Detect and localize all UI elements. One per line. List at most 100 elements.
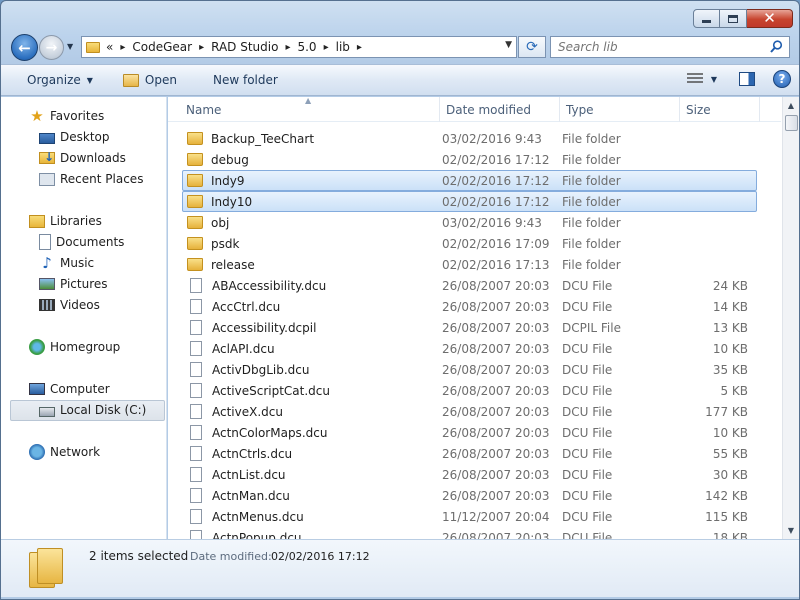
file-row[interactable]: Indy9 02/02/2016 17:12 File folder xyxy=(182,170,757,191)
file-type: File folder xyxy=(562,194,621,209)
file-name: ActnMan.dcu xyxy=(212,488,290,503)
forward-button[interactable]: → xyxy=(39,35,64,60)
recent-locations-dropdown[interactable]: ▼ xyxy=(67,42,73,51)
organize-button[interactable]: Organize ▼ xyxy=(19,69,101,91)
file-type: File folder xyxy=(562,257,621,272)
vertical-scrollbar[interactable]: ▲ ▼ xyxy=(782,97,799,539)
crumb-rad-studio[interactable]: RAD Studio xyxy=(211,40,278,54)
column-size[interactable]: Size xyxy=(680,97,760,122)
nav-recent-places[interactable]: Recent Places xyxy=(39,169,143,189)
crumb-separator[interactable]: ▸ xyxy=(199,42,204,53)
address-bar[interactable]: « ▸ CodeGear ▸ RAD Studio ▸ 5.0 ▸ lib ▸ … xyxy=(81,36,517,58)
close-button[interactable]: ✕ xyxy=(747,9,793,28)
refresh-button[interactable]: ⟳ xyxy=(518,36,546,58)
file-row[interactable]: AccCtrl.dcu 26/08/2007 20:03 DCU File 14 KB xyxy=(182,296,757,317)
nav-label: Recent Places xyxy=(60,172,144,186)
crumb-version[interactable]: 5.0 xyxy=(297,40,316,54)
file-name: ActivDbgLib.dcu xyxy=(212,362,310,377)
nav-computer[interactable]: Computer xyxy=(29,379,110,399)
maximize-button[interactable] xyxy=(720,9,747,28)
file-row[interactable]: release 02/02/2016 17:13 File folder xyxy=(182,254,757,275)
explorer-window: ✕ ← → ▼ « ▸ CodeGear ▸ RAD Studio ▸ 5.0 … xyxy=(0,0,800,600)
search-box[interactable] xyxy=(550,36,790,58)
folder-icon xyxy=(187,258,203,271)
nav-videos[interactable]: Videos xyxy=(39,295,100,315)
minimize-button[interactable] xyxy=(693,9,720,28)
crumb-separator[interactable]: ▸ xyxy=(285,42,290,53)
file-size: 10 KB xyxy=(712,341,748,356)
file-date-modified: 26/08/2007 20:03 xyxy=(442,425,550,440)
nav-music[interactable]: ♪ Music xyxy=(39,253,94,273)
file-name-cell: ActnPopup.dcu xyxy=(183,530,442,539)
file-row[interactable]: AclAPI.dcu 26/08/2007 20:03 DCU File 10 KB xyxy=(182,338,757,359)
file-row[interactable]: ActivDbgLib.dcu 26/08/2007 20:03 DCU File 3… xyxy=(182,359,757,380)
preview-pane-icon[interactable] xyxy=(739,72,755,86)
nav-pictures[interactable]: Pictures xyxy=(39,274,108,294)
crumb-separator[interactable]: ▸ xyxy=(357,42,362,53)
file-icon xyxy=(190,488,202,503)
file-icon xyxy=(190,299,202,314)
crumb-codegear[interactable]: CodeGear xyxy=(132,40,192,54)
scroll-up-icon[interactable]: ▲ xyxy=(783,97,799,114)
file-row[interactable]: ActnMenus.dcu 11/12/2007 20:04 DCU File 115… xyxy=(182,506,757,527)
maximize-icon xyxy=(728,14,738,23)
file-name: ActnList.dcu xyxy=(212,467,286,482)
file-row[interactable]: ActiveScriptCat.dcu 26/08/2007 20:03 DCU F… xyxy=(182,380,757,401)
file-name: ActnCtrls.dcu xyxy=(212,446,293,461)
column-name[interactable]: ▲ Name xyxy=(168,97,440,122)
file-date-modified: 11/12/2007 20:04 xyxy=(442,509,550,524)
nav-downloads[interactable]: Downloads xyxy=(39,148,126,168)
column-type[interactable]: Type xyxy=(560,97,680,122)
address-overflow[interactable]: « xyxy=(106,40,113,54)
search-input[interactable] xyxy=(558,40,758,54)
crumb-lib[interactable]: lib xyxy=(336,40,350,54)
downloads-icon xyxy=(39,150,55,164)
nav-libraries[interactable]: Libraries xyxy=(29,211,102,231)
change-view-icon[interactable] xyxy=(686,73,703,85)
file-name: Backup_TeeChart xyxy=(211,131,315,146)
file-row[interactable]: ABAccessibility.dcu 26/08/2007 20:03 DCU F… xyxy=(182,275,757,296)
file-row[interactable]: obj 03/02/2016 9:43 File folder xyxy=(182,212,757,233)
address-dropdown-icon[interactable]: ▼ xyxy=(505,40,512,50)
nav-network[interactable]: Network xyxy=(29,442,100,462)
documents-icon xyxy=(39,234,51,250)
file-name-cell: ActiveX.dcu xyxy=(183,404,442,419)
nav-documents[interactable]: Documents xyxy=(39,232,124,252)
file-type: File folder xyxy=(562,236,621,251)
file-type: DCU File xyxy=(562,488,613,503)
file-row[interactable]: ActnPopup.dcu 26/08/2007 20:03 DCU File 18 … xyxy=(182,527,757,539)
column-date-modified[interactable]: Date modified xyxy=(440,97,560,122)
file-name: ActiveScriptCat.dcu xyxy=(212,383,330,398)
file-row[interactable]: psdk 02/02/2016 17:09 File folder xyxy=(182,233,757,254)
new-folder-button[interactable]: New folder xyxy=(205,69,286,91)
file-row[interactable]: ActnList.dcu 26/08/2007 20:03 DCU File 30 K… xyxy=(182,464,757,485)
file-size: 24 KB xyxy=(712,278,748,293)
file-row[interactable]: Backup_TeeChart 03/02/2016 9:43 File folde… xyxy=(182,128,757,149)
file-date-modified: 02/02/2016 17:12 xyxy=(442,173,550,188)
nav-favorites[interactable]: ★ Favorites xyxy=(29,106,104,126)
open-button[interactable]: Open xyxy=(115,69,185,91)
view-options-dropdown[interactable]: ▼ xyxy=(711,75,717,84)
crumb-separator[interactable]: ▸ xyxy=(324,42,329,53)
file-row[interactable]: debug 02/02/2016 17:12 File folder xyxy=(182,149,757,170)
file-row[interactable]: ActnCtrls.dcu 26/08/2007 20:03 DCU File 55 … xyxy=(182,443,757,464)
nav-homegroup[interactable]: Homegroup xyxy=(29,337,120,357)
crumb-separator[interactable]: ▸ xyxy=(120,42,125,53)
folder-icon xyxy=(187,237,203,250)
back-button[interactable]: ← xyxy=(11,34,38,61)
file-row[interactable]: ActnColorMaps.dcu 26/08/2007 20:03 DCU Fil… xyxy=(182,422,757,443)
open-label: Open xyxy=(144,73,177,87)
nav-local-disk[interactable]: Local Disk (C:) xyxy=(39,400,146,420)
nav-desktop[interactable]: Desktop xyxy=(39,127,110,147)
file-size: 5 KB xyxy=(720,383,748,398)
scroll-down-icon[interactable]: ▼ xyxy=(783,522,799,539)
file-row[interactable]: Indy10 02/02/2016 17:12 File folder xyxy=(182,191,757,212)
nav-label: Videos xyxy=(60,298,100,312)
file-size: 177 KB xyxy=(705,404,748,419)
file-row[interactable]: ActiveX.dcu 26/08/2007 20:03 DCU File 177 K… xyxy=(182,401,757,422)
search-icon[interactable] xyxy=(770,40,783,53)
help-icon[interactable]: ? xyxy=(773,70,791,88)
file-row[interactable]: Accessibility.dcpil 26/08/2007 20:03 DCPIL… xyxy=(182,317,757,338)
scroll-thumb[interactable] xyxy=(785,115,798,131)
file-row[interactable]: ActnMan.dcu 26/08/2007 20:03 DCU File 142 K… xyxy=(182,485,757,506)
